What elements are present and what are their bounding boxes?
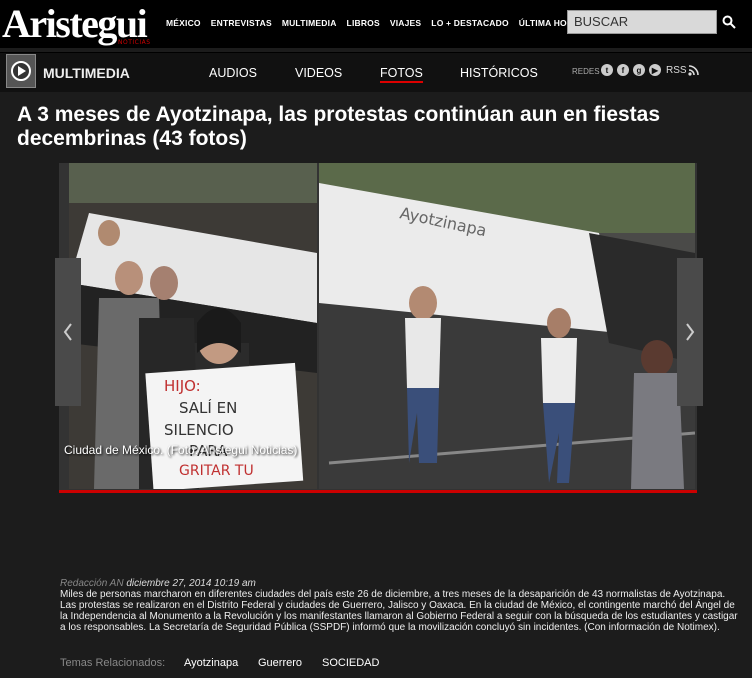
search-button[interactable]: [717, 10, 741, 34]
facebook-icon[interactable]: f: [617, 64, 629, 76]
redes-label: REDES: [572, 67, 600, 76]
tag-ayotzinapa[interactable]: Ayotzinapa: [184, 657, 238, 669]
article-meta: Redacción AN diciembre 27, 2014 10:19 am: [60, 578, 256, 589]
section-nav-videos[interactable]: VIDEOS: [295, 66, 342, 80]
section-title: MULTIMEDIA: [43, 65, 130, 81]
rss-link[interactable]: RSS: [666, 65, 687, 76]
googleplus-icon[interactable]: g: [633, 64, 645, 76]
photo-caption: Ciudad de México. (Foto: Aristegui Notic…: [64, 443, 298, 457]
article-body: Miles de personas marcharon en diferente…: [60, 589, 738, 633]
gallery-photo-right: Ayotzinapa: [319, 163, 695, 489]
article-headline: A 3 meses de Ayotzinapa, las protestas c…: [17, 103, 661, 150]
multimedia-play-icon: [6, 54, 36, 88]
svg-text:SALÍ EN: SALÍ EN: [179, 398, 237, 417]
search-input[interactable]: BUSCAR: [567, 10, 717, 34]
youtube-icon[interactable]: ▶: [649, 64, 661, 76]
svg-text:SILENCIO: SILENCIO: [164, 421, 234, 439]
gallery-prev-button[interactable]: [55, 258, 81, 406]
gallery-progress-line: [59, 490, 697, 493]
related-topics-label: Temas Relacionados:: [60, 657, 166, 669]
gallery-photo-left: HIJO: SALÍ EN SILENCIO PARA GRITAR TU: [69, 163, 317, 489]
section-nav-historicos[interactable]: HISTÓRICOS: [460, 66, 538, 80]
nav-destacado[interactable]: LO + DESTACADO: [431, 18, 509, 28]
chevron-left-icon: [63, 323, 72, 341]
article-date: diciembre 27, 2014 10:19 am: [126, 578, 256, 589]
search-icon: [722, 15, 736, 29]
nav-mexico[interactable]: MÉXICO: [166, 18, 201, 28]
nav-multimedia[interactable]: MULTIMEDIA: [282, 18, 337, 28]
svg-text:GRITAR TU: GRITAR TU: [179, 463, 254, 479]
svg-text:HIJO:: HIJO:: [164, 377, 201, 395]
chevron-right-icon: [686, 323, 695, 341]
gallery-next-button[interactable]: [677, 258, 703, 406]
tag-sociedad[interactable]: SOCIEDAD: [322, 657, 379, 669]
top-nav: MÉXICO ENTREVISTAS MULTIMEDIA LIBROS VIA…: [166, 18, 580, 28]
twitter-icon[interactable]: t: [601, 64, 613, 76]
nav-libros[interactable]: LIBROS: [347, 18, 380, 28]
logo-subtitle: NOTICIAS: [118, 39, 151, 46]
nav-entrevistas[interactable]: ENTREVISTAS: [211, 18, 272, 28]
nav-viajes[interactable]: VIAJES: [390, 18, 421, 28]
section-nav-audios[interactable]: AUDIOS: [209, 66, 257, 80]
tag-guerrero[interactable]: Guerrero: [258, 657, 302, 669]
section-nav-fotos[interactable]: FOTOS: [380, 66, 423, 83]
article-byline: Redacción AN: [60, 578, 124, 589]
rss-icon[interactable]: [688, 65, 699, 76]
